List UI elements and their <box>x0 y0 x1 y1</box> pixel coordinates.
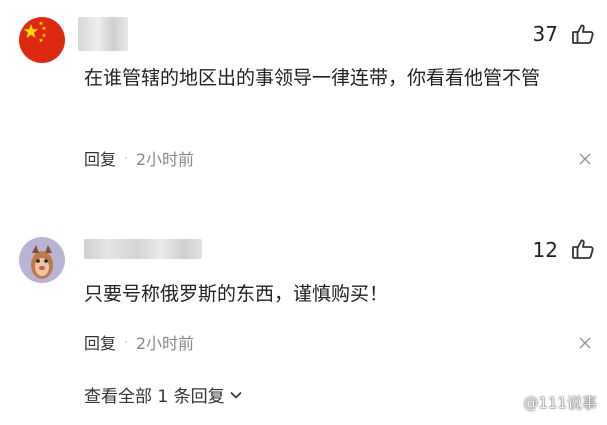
comment-text: 在谁管辖的地区出的事领导一律连带，你看看他管不管 <box>84 67 541 89</box>
comment-meta: 回复 · 2小时前 <box>84 146 194 170</box>
separator-dot: · <box>124 151 128 165</box>
comment-1: 37 在谁管辖的地区出的事领导一律连带，你看看他管不管 回复 · 2小时前 <box>0 0 607 200</box>
view-all-replies-button[interactable]: 查看全部 1 条回复 <box>84 382 243 407</box>
view-replies-label: 查看全部 1 条回复 <box>84 387 225 407</box>
user-avatar-china-flag[interactable] <box>19 17 65 63</box>
close-icon[interactable] <box>578 151 592 165</box>
timestamp: 2小时前 <box>135 150 195 169</box>
thumbs-up-icon[interactable] <box>571 237 595 261</box>
username-blurred[interactable] <box>84 239 202 259</box>
like-count: 12 <box>532 238 558 262</box>
comment-text: 只要号称俄罗斯的东西，谨慎购买！ <box>84 283 389 305</box>
timestamp: 2小时前 <box>135 334 195 353</box>
watermark: @111说事 <box>523 392 597 413</box>
separator-dot: · <box>124 335 128 349</box>
user-avatar[interactable] <box>19 237 65 283</box>
comment-2: 12 只要号称俄罗斯的东西，谨慎购买！ 回复 · 2小时前 <box>0 200 607 370</box>
like-count: 37 <box>532 22 558 46</box>
comment-meta: 回复 · 2小时前 <box>84 330 194 354</box>
thumbs-up-icon[interactable] <box>571 22 595 46</box>
close-icon[interactable] <box>578 335 592 349</box>
reply-button[interactable]: 回复 <box>84 330 116 354</box>
chevron-down-icon <box>230 391 242 399</box>
watermark-text: @111说事 <box>523 394 597 412</box>
reply-button[interactable]: 回复 <box>84 146 116 170</box>
username-blurred[interactable] <box>78 17 128 51</box>
